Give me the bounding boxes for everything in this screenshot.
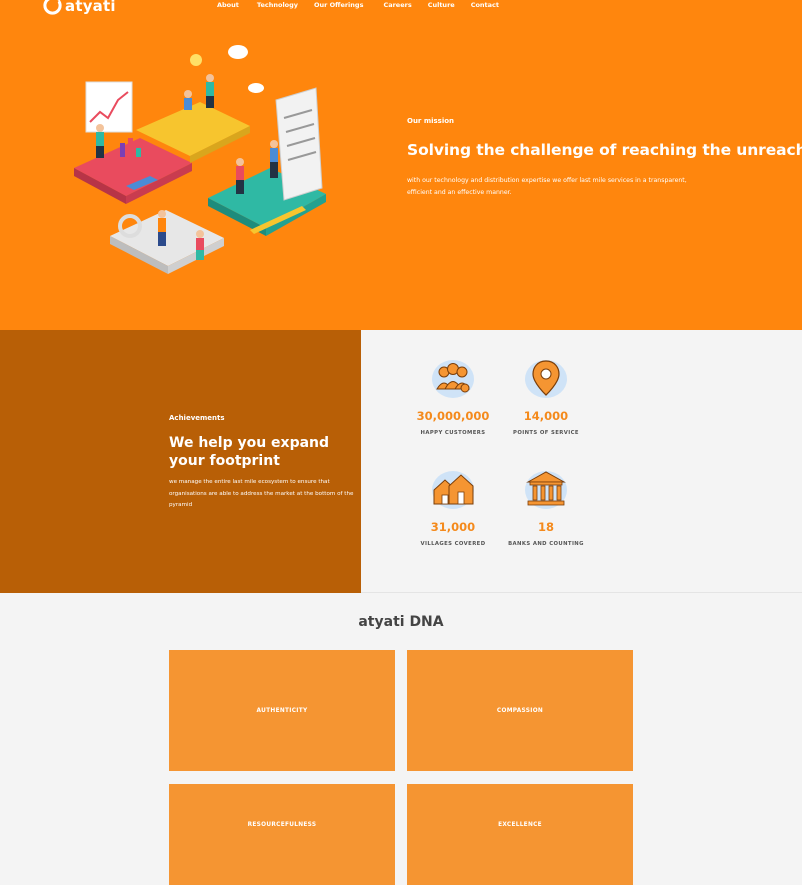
top-navigation: atyati About Technology Our Offerings Ca…	[0, 0, 802, 15]
stat-banks: 18 BANKS AND COUNTING	[496, 468, 596, 547]
mission-text: with our technology and distribution exp…	[407, 177, 687, 196]
hero-section: atyati About Technology Our Offerings Ca…	[0, 0, 802, 330]
dna-card-label: EXCELLENCE	[498, 821, 542, 828]
teamwork-puzzle-illustration	[74, 45, 326, 274]
dna-card-label: AUTHENTICITY	[256, 707, 308, 714]
stat-label: BANKS AND COUNTING	[508, 541, 584, 547]
nav-careers[interactable]: Careers	[383, 1, 411, 9]
dna-card-excellence[interactable]: EXCELLENCE	[407, 784, 633, 885]
mission-kicker: Our mission	[407, 117, 455, 125]
customers-icon	[432, 360, 474, 398]
achievements-panel: Achievements We help you expand your foo…	[0, 330, 361, 593]
stats-panel: 30,000,000 HAPPY CUSTOMERS 14,000 POINTS…	[361, 330, 802, 593]
nav-our-offerings[interactable]: Our Offerings	[314, 1, 363, 9]
main-menu: About Technology Our Offerings Careers C…	[217, 1, 517, 9]
stat-label: HAPPY CUSTOMERS	[420, 430, 486, 436]
logo-icon	[43, 0, 62, 15]
bank-icon	[525, 471, 567, 509]
stat-points-of-service: 14,000 POINTS OF SERVICE	[496, 357, 596, 436]
nav-about[interactable]: About	[217, 1, 239, 9]
stat-value: 14,000	[523, 409, 569, 423]
brand-logo[interactable]: atyati	[43, 0, 116, 15]
nav-culture[interactable]: Culture	[428, 1, 455, 9]
mission-title: Solving the challenge of reaching the un…	[407, 141, 802, 159]
achievements-title: We help you expand your footprint	[169, 435, 330, 469]
stat-happy-customers: 30,000,000 HAPPY CUSTOMERS	[403, 357, 503, 436]
stat-label: VILLAGES COVERED	[420, 541, 486, 547]
stat-value: 30,000,000	[416, 409, 490, 423]
brand-name: atyati	[65, 0, 116, 15]
stat-villages-covered: 31,000 VILLAGES COVERED	[403, 468, 503, 547]
stat-label: POINTS OF SERVICE	[513, 430, 579, 436]
dna-card-label: RESOURCEFULNESS	[247, 821, 317, 828]
stat-value: 18	[537, 520, 554, 534]
village-icon	[432, 471, 474, 509]
dna-card-compassion[interactable]: COMPASSION	[407, 650, 633, 771]
dna-card-label: COMPASSION	[496, 707, 544, 714]
achievements-text: we manage the entire last mile ecosystem…	[169, 479, 354, 508]
dna-card-resourcefulness[interactable]: RESOURCEFULNESS	[169, 784, 395, 885]
location-pin-icon	[525, 360, 567, 398]
nav-technology[interactable]: Technology	[257, 1, 298, 9]
dna-card-authenticity[interactable]: AUTHENTICITY	[169, 650, 395, 771]
achievements-kicker: Achievements	[169, 414, 225, 422]
dna-title: atyati DNA	[358, 614, 444, 630]
stat-value: 31,000	[430, 520, 476, 534]
nav-contact[interactable]: Contact	[471, 1, 499, 9]
